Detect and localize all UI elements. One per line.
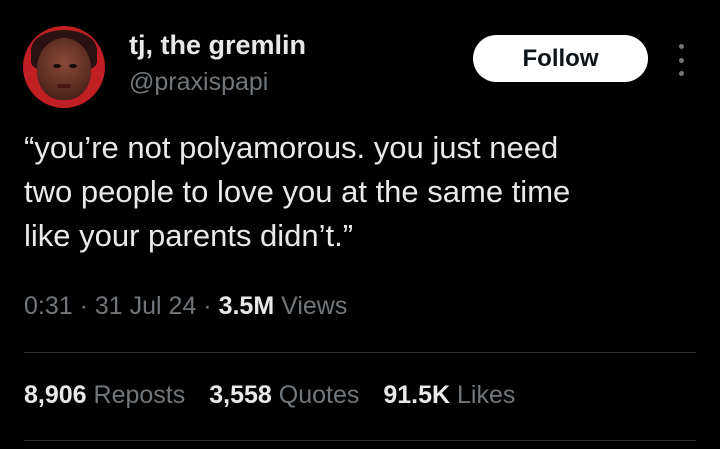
avatar[interactable] (23, 26, 105, 108)
tweet-time[interactable]: 0:31 (24, 292, 73, 320)
tweet-text: “you’re not polyamorous. you just need t… (24, 130, 571, 253)
more-dot (678, 44, 684, 49)
more-dot (678, 57, 684, 63)
likes-count: 91.5K (383, 381, 451, 409)
meta-separator: · (196, 292, 219, 320)
tweet-card: tj, the gremlin @praxispapi Follow “you’… (0, 0, 720, 449)
avatar-eye-left (53, 64, 61, 68)
engagement-stats: 8,906 Reposts 3,558 Quotes 91.5K Likes (24, 381, 515, 410)
reposts-stat[interactable]: 8,906 Reposts (24, 381, 185, 410)
avatar-face (37, 38, 91, 100)
author-display-name[interactable]: tj, the gremlin (129, 30, 306, 61)
views-count: 3.5M (218, 292, 275, 320)
likes-stat[interactable]: 91.5K Likes (383, 381, 515, 410)
quotes-stat[interactable]: 3,558 Quotes (209, 381, 359, 410)
meta-separator: · (72, 292, 95, 320)
quotes-count: 3,558 (209, 381, 272, 409)
tweet-date[interactable]: 31 Jul 24 (95, 292, 196, 320)
quotes-label: Quotes (271, 381, 360, 409)
likes-label: Likes (450, 381, 516, 409)
follow-button[interactable]: Follow (473, 35, 648, 82)
reposts-count: 8,906 (24, 381, 87, 409)
avatar-mouth (57, 84, 71, 88)
avatar-eye-right (69, 64, 77, 68)
divider (24, 352, 696, 353)
author-handle[interactable]: @praxispapi (129, 68, 268, 97)
tweet-meta: 0:31 · 31 Jul 24 · 3.5M Views (24, 292, 347, 321)
views-label: Views (274, 292, 348, 320)
more-vertical-icon[interactable] (671, 44, 691, 76)
divider (24, 440, 696, 441)
reposts-label: Reposts (86, 381, 186, 409)
more-dot (678, 71, 684, 76)
